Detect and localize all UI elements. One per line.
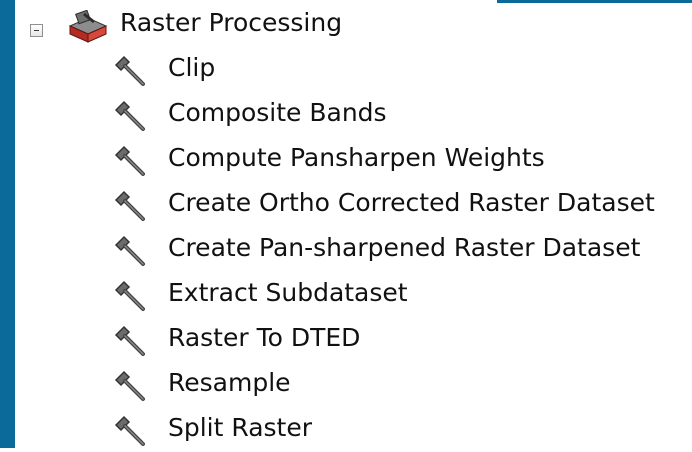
tool-label: Split Raster: [168, 413, 313, 442]
hammer-icon: [114, 235, 145, 266]
tool-label: Create Pan-sharpened Raster Dataset: [168, 233, 641, 262]
collapse-icon[interactable]: [30, 24, 43, 37]
tree-root-label: Raster Processing: [120, 8, 343, 37]
tool-item-create-ortho-corrected-raster-dataset[interactable]: Create Ortho Corrected Raster Dataset: [15, 181, 675, 226]
hammer-icon: [114, 145, 145, 176]
tool-item-resample[interactable]: Resample: [15, 361, 675, 406]
tool-label: Resample: [168, 368, 291, 397]
hammer-icon: [114, 190, 145, 221]
tool-label: Raster To DTED: [168, 323, 361, 352]
hammer-icon: [114, 415, 145, 446]
toolbox-tree: Raster Processing Clip Composite Bands C…: [15, 0, 692, 448]
window-frame-left: [0, 0, 15, 448]
hammer-icon: [114, 325, 145, 356]
tool-item-composite-bands[interactable]: Composite Bands: [15, 91, 675, 136]
hammer-icon: [114, 370, 145, 401]
hammer-icon: [114, 55, 145, 86]
tool-list: Clip Composite Bands Compute Pansharpen …: [15, 46, 675, 451]
tool-item-create-pan-sharpened-raster-dataset[interactable]: Create Pan-sharpened Raster Dataset: [15, 226, 675, 271]
hammer-icon: [114, 100, 145, 131]
tool-label: Create Ortho Corrected Raster Dataset: [168, 188, 655, 217]
tool-label: Extract Subdataset: [168, 278, 408, 307]
tool-label: Composite Bands: [168, 98, 387, 127]
hammer-icon: [114, 280, 145, 311]
toolbox-icon: [68, 10, 108, 43]
tool-label: Clip: [168, 53, 216, 82]
tool-item-raster-to-dted[interactable]: Raster To DTED: [15, 316, 675, 361]
tool-item-compute-pansharpen-weights[interactable]: Compute Pansharpen Weights: [15, 136, 675, 181]
tool-item-extract-subdataset[interactable]: Extract Subdataset: [15, 271, 675, 316]
tool-item-clip[interactable]: Clip: [15, 46, 675, 91]
tool-item-split-raster[interactable]: Split Raster: [15, 406, 675, 451]
tool-label: Compute Pansharpen Weights: [168, 143, 545, 172]
